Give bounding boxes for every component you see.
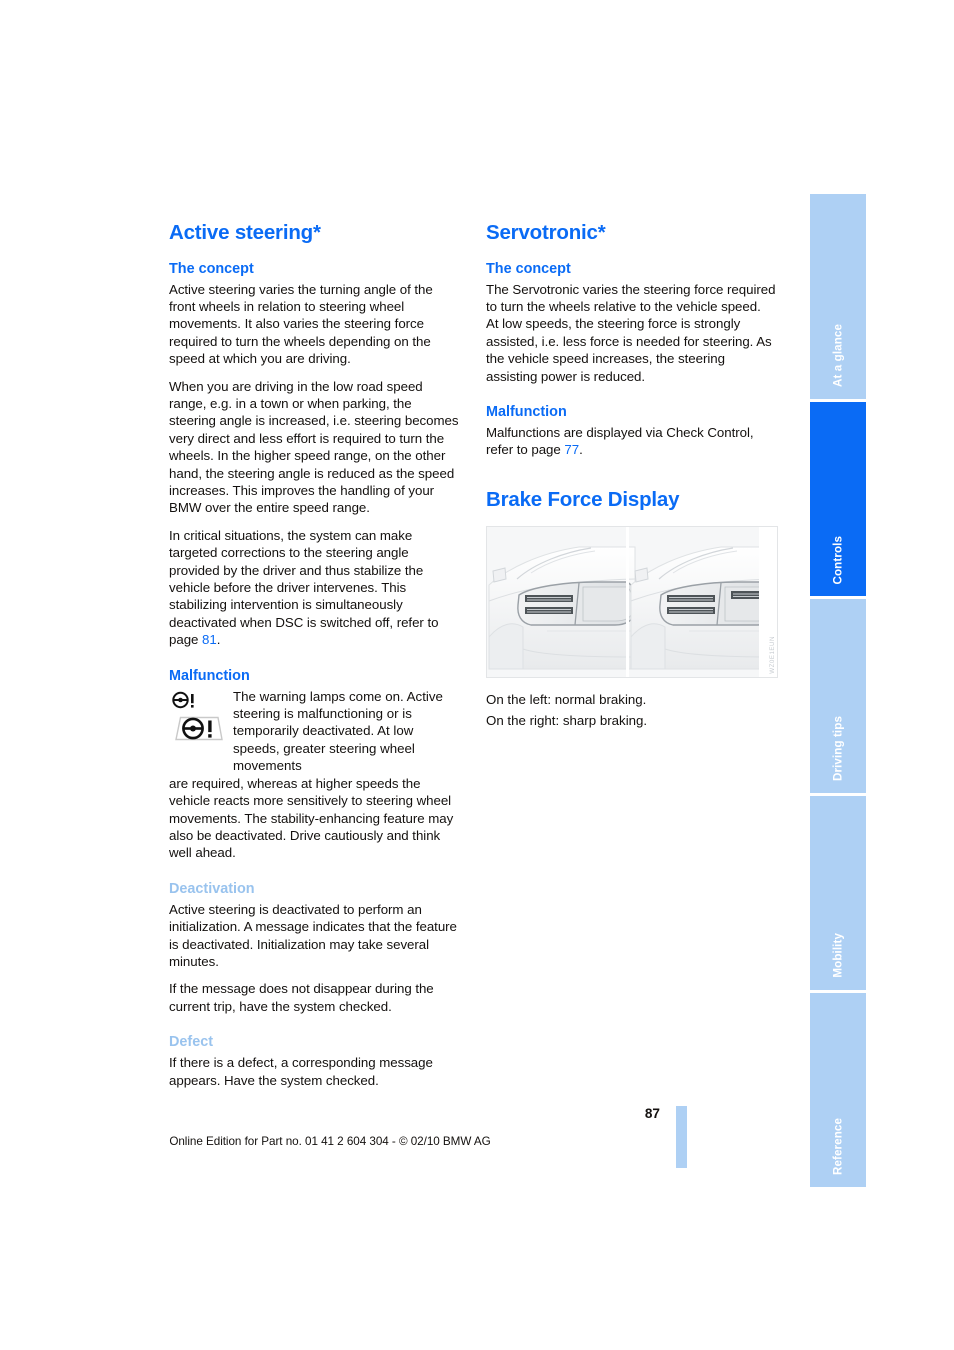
heading-defect: Defect: [169, 1034, 213, 1051]
tab-reference[interactable]: Reference: [810, 993, 866, 1187]
malfunction-warning-block: The warning lamps come on. Active steeri…: [169, 688, 461, 775]
tab-at-a-glance[interactable]: At a glance: [810, 194, 866, 399]
tail-lamp-bar-2-left: [525, 607, 573, 615]
left-column: Active steering* The concept Active stee…: [169, 221, 461, 1089]
heading-the-concept-servotronic: The concept: [486, 260, 571, 277]
tail-lamp-bar-2-right: [667, 607, 715, 615]
paragraph-concept-1: Active steering varies the turning angle…: [169, 281, 433, 367]
tab-controls-label: Controls: [831, 535, 845, 584]
page-reference-81[interactable]: 81: [202, 632, 217, 647]
tab-driving-tips[interactable]: Driving tips: [810, 599, 866, 793]
caption-line-2: On the right: sharp braking.: [486, 713, 648, 729]
figure-caption: On the left: normal braking. On the righ…: [486, 689, 778, 731]
page-title-active-steering: Active steering*: [169, 221, 321, 244]
rear-view-brake-lights-illustration: [487, 527, 777, 678]
section-tabs: At a glance Controls Driving tips Mobili…: [810, 194, 866, 1190]
tail-lamp-bar-1-left: [525, 595, 573, 603]
paragraph-servotronic-malfunction: Malfunctions are displayed via Check Con…: [486, 424, 778, 459]
heading-deactivation: Deactivation: [169, 880, 255, 897]
section-title-brake-force-display: Brake Force Display: [486, 487, 680, 511]
figure-code: WZ0E1EUN: [769, 635, 776, 674]
paragraph-concept-2: When you are driving in the low road spe…: [169, 378, 459, 516]
steering-wheel-warning-large-icon: [175, 716, 223, 740]
servotronic-malfunction-text: Malfunctions are displayed via Check Con…: [486, 424, 754, 458]
steering-wheel-warning-icons-svg: [172, 691, 223, 740]
manual-page: Active steering* The concept Active stee…: [0, 0, 954, 1350]
malfunction-text-beside-icons: The warning lamps come on. Active steeri…: [233, 688, 443, 774]
brake-force-display-figure: WZ0E1EUN: [486, 526, 778, 679]
tab-reference-label: Reference: [831, 1118, 845, 1175]
paragraph-deactivation-2: If the message does not disappear during…: [169, 981, 434, 1014]
paragraph-servotronic-concept-1: The Servotronic varies the steering forc…: [486, 281, 776, 314]
paragraph-concept-3: In critical situations, the system can m…: [169, 527, 461, 649]
paragraph-concept-3-suffix: .: [216, 632, 221, 648]
tail-lamp-bar-1-right: [667, 595, 715, 603]
page-reference-77[interactable]: 77: [564, 442, 579, 457]
tab-mobility[interactable]: Mobility: [810, 796, 866, 990]
warning-icons-group: [169, 690, 227, 750]
malfunction-text-below-icons: are required, whereas at higher speeds t…: [169, 775, 454, 861]
paragraph-concept-3-text: In critical situations, the system can m…: [169, 527, 439, 648]
page-title-servotronic: Servotronic*: [486, 221, 606, 244]
heading-malfunction-left: Malfunction: [169, 667, 250, 684]
heading-the-concept: The concept: [169, 260, 254, 277]
tab-mobility-label: Mobility: [831, 933, 845, 978]
paragraph-defect-1: If there is a defect, a corresponding me…: [169, 1055, 433, 1088]
heading-malfunction-right: Malfunction: [486, 403, 567, 420]
caption-line-1: On the left: normal braking.: [486, 692, 647, 708]
paragraph-deactivation-1: Active steering is deactivated to perfor…: [169, 901, 457, 969]
tab-driving-tips-label: Driving tips: [831, 716, 845, 781]
steering-wheel-warning-small-icon: [172, 691, 194, 708]
paragraph-servotronic-concept-2: At low speeds, the steering force is str…: [486, 316, 772, 384]
footer-accent-bar: [676, 1106, 687, 1168]
tab-controls[interactable]: Controls: [810, 402, 866, 596]
tab-at-a-glance-label: At a glance: [831, 324, 845, 387]
right-column: Servotronic* The concept The Servotronic…: [486, 221, 778, 731]
page-number: 87: [644, 1106, 660, 1121]
servotronic-malfunction-suffix: .: [579, 442, 583, 458]
footer-edition-note: Online Edition for Part no. 01 41 2 604 …: [169, 1135, 491, 1148]
